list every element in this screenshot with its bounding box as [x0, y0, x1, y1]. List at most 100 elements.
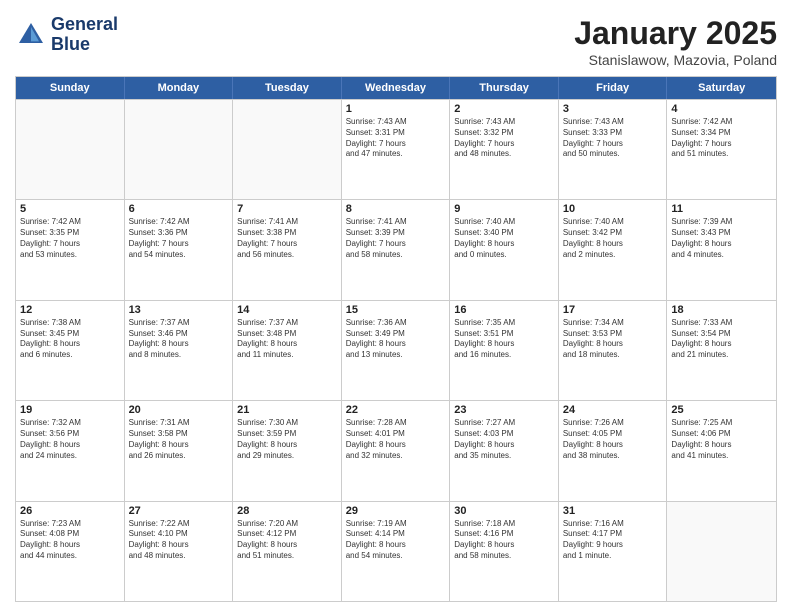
day-cell-12: 12 Sunrise: 7:38 AM Sunset: 3:45 PM Dayli… [16, 301, 125, 400]
day-content: Sunrise: 7:43 AM Sunset: 3:31 PM Dayligh… [346, 117, 446, 160]
logo: General Blue [15, 15, 118, 55]
day-number: 23 [454, 404, 554, 416]
day-number: 20 [129, 404, 229, 416]
page: General Blue January 2025 Stanislawow, M… [0, 0, 792, 612]
day-number: 30 [454, 505, 554, 517]
header: General Blue January 2025 Stanislawow, M… [15, 15, 777, 68]
empty-cell [125, 100, 234, 199]
day-cell-1: 1 Sunrise: 7:43 AM Sunset: 3:31 PM Daylig… [342, 100, 451, 199]
empty-cell [16, 100, 125, 199]
day-content: Sunrise: 7:28 AM Sunset: 4:01 PM Dayligh… [346, 418, 446, 461]
day-content: Sunrise: 7:38 AM Sunset: 3:45 PM Dayligh… [20, 318, 120, 361]
day-content: Sunrise: 7:30 AM Sunset: 3:59 PM Dayligh… [237, 418, 337, 461]
day-number: 7 [237, 203, 337, 215]
day-content: Sunrise: 7:20 AM Sunset: 4:12 PM Dayligh… [237, 519, 337, 562]
day-header-wednesday: Wednesday [342, 77, 451, 99]
day-cell-27: 27 Sunrise: 7:22 AM Sunset: 4:10 PM Dayli… [125, 502, 234, 601]
week-row-3: 12 Sunrise: 7:38 AM Sunset: 3:45 PM Dayli… [16, 300, 776, 400]
day-content: Sunrise: 7:23 AM Sunset: 4:08 PM Dayligh… [20, 519, 120, 562]
day-content: Sunrise: 7:19 AM Sunset: 4:14 PM Dayligh… [346, 519, 446, 562]
title-block: January 2025 Stanislawow, Mazovia, Polan… [574, 15, 777, 68]
day-number: 27 [129, 505, 229, 517]
day-content: Sunrise: 7:16 AM Sunset: 4:17 PM Dayligh… [563, 519, 663, 562]
logo-line1: General [51, 15, 118, 35]
day-content: Sunrise: 7:42 AM Sunset: 3:35 PM Dayligh… [20, 217, 120, 260]
day-content: Sunrise: 7:18 AM Sunset: 4:16 PM Dayligh… [454, 519, 554, 562]
calendar-header: SundayMondayTuesdayWednesdayThursdayFrid… [16, 77, 776, 99]
day-cell-26: 26Sunrise: 7:23 AM Sunset: 4:08 PM Dayli… [16, 502, 125, 601]
day-cell-13: 13Sunrise: 7:37 AM Sunset: 3:46 PM Dayli… [125, 301, 234, 400]
day-number: 8 [346, 203, 446, 215]
empty-cell [667, 502, 776, 601]
day-cell-28: 28 Sunrise: 7:20 AM Sunset: 4:12 PM Dayli… [233, 502, 342, 601]
day-cell-9: 9Sunrise: 7:40 AM Sunset: 3:40 PM Daylig… [450, 200, 559, 299]
day-content: Sunrise: 7:25 AM Sunset: 4:06 PM Dayligh… [671, 418, 772, 461]
logo-icon [15, 19, 47, 51]
day-number: 12 [20, 304, 120, 316]
day-cell-14: 14 Sunrise: 7:37 AM Sunset: 3:48 PM Dayli… [233, 301, 342, 400]
day-cell-16: 16Sunrise: 7:35 AM Sunset: 3:51 PM Dayli… [450, 301, 559, 400]
day-cell-23: 23Sunrise: 7:27 AM Sunset: 4:03 PM Dayli… [450, 401, 559, 500]
day-content: Sunrise: 7:33 AM Sunset: 3:54 PM Dayligh… [671, 318, 772, 361]
day-content: Sunrise: 7:36 AM Sunset: 3:49 PM Dayligh… [346, 318, 446, 361]
day-number: 16 [454, 304, 554, 316]
day-cell-25: 25Sunrise: 7:25 AM Sunset: 4:06 PM Dayli… [667, 401, 776, 500]
day-content: Sunrise: 7:26 AM Sunset: 4:05 PM Dayligh… [563, 418, 663, 461]
day-number: 1 [346, 103, 446, 115]
day-content: Sunrise: 7:41 AM Sunset: 3:38 PM Dayligh… [237, 217, 337, 260]
day-number: 3 [563, 103, 663, 115]
day-number: 21 [237, 404, 337, 416]
day-number: 28 [237, 505, 337, 517]
day-cell-15: 15Sunrise: 7:36 AM Sunset: 3:49 PM Dayli… [342, 301, 451, 400]
day-number: 14 [237, 304, 337, 316]
day-content: Sunrise: 7:42 AM Sunset: 3:34 PM Dayligh… [671, 117, 772, 160]
logo-line2: Blue [51, 35, 118, 55]
day-cell-7: 7 Sunrise: 7:41 AM Sunset: 3:38 PM Daylig… [233, 200, 342, 299]
day-content: Sunrise: 7:31 AM Sunset: 3:58 PM Dayligh… [129, 418, 229, 461]
calendar: SundayMondayTuesdayWednesdayThursdayFrid… [15, 76, 777, 602]
day-content: Sunrise: 7:22 AM Sunset: 4:10 PM Dayligh… [129, 519, 229, 562]
calendar-body: 1 Sunrise: 7:43 AM Sunset: 3:31 PM Daylig… [16, 99, 776, 601]
empty-cell [233, 100, 342, 199]
day-cell-31: 31 Sunrise: 7:16 AM Sunset: 4:17 PM Dayli… [559, 502, 668, 601]
day-content: Sunrise: 7:34 AM Sunset: 3:53 PM Dayligh… [563, 318, 663, 361]
day-cell-8: 8 Sunrise: 7:41 AM Sunset: 3:39 PM Daylig… [342, 200, 451, 299]
day-number: 4 [671, 103, 772, 115]
day-content: Sunrise: 7:37 AM Sunset: 3:48 PM Dayligh… [237, 318, 337, 361]
day-content: Sunrise: 7:41 AM Sunset: 3:39 PM Dayligh… [346, 217, 446, 260]
day-cell-2: 2 Sunrise: 7:43 AM Sunset: 3:32 PM Daylig… [450, 100, 559, 199]
day-cell-10: 10Sunrise: 7:40 AM Sunset: 3:42 PM Dayli… [559, 200, 668, 299]
day-number: 10 [563, 203, 663, 215]
day-cell-5: 5 Sunrise: 7:42 AM Sunset: 3:35 PM Daylig… [16, 200, 125, 299]
day-cell-11: 11Sunrise: 7:39 AM Sunset: 3:43 PM Dayli… [667, 200, 776, 299]
day-number: 24 [563, 404, 663, 416]
week-row-4: 19Sunrise: 7:32 AM Sunset: 3:56 PM Dayli… [16, 400, 776, 500]
day-cell-19: 19Sunrise: 7:32 AM Sunset: 3:56 PM Dayli… [16, 401, 125, 500]
day-number: 5 [20, 203, 120, 215]
day-cell-30: 30 Sunrise: 7:18 AM Sunset: 4:16 PM Dayli… [450, 502, 559, 601]
day-cell-20: 20 Sunrise: 7:31 AM Sunset: 3:58 PM Dayli… [125, 401, 234, 500]
day-number: 9 [454, 203, 554, 215]
day-cell-29: 29 Sunrise: 7:19 AM Sunset: 4:14 PM Dayli… [342, 502, 451, 601]
location-title: Stanislawow, Mazovia, Poland [574, 52, 777, 68]
day-number: 29 [346, 505, 446, 517]
day-header-saturday: Saturday [667, 77, 776, 99]
day-number: 2 [454, 103, 554, 115]
day-cell-18: 18Sunrise: 7:33 AM Sunset: 3:54 PM Dayli… [667, 301, 776, 400]
day-number: 31 [563, 505, 663, 517]
day-header-friday: Friday [559, 77, 668, 99]
day-header-thursday: Thursday [450, 77, 559, 99]
week-row-2: 5 Sunrise: 7:42 AM Sunset: 3:35 PM Daylig… [16, 199, 776, 299]
day-cell-4: 4 Sunrise: 7:42 AM Sunset: 3:34 PM Daylig… [667, 100, 776, 199]
day-number: 22 [346, 404, 446, 416]
day-content: Sunrise: 7:43 AM Sunset: 3:32 PM Dayligh… [454, 117, 554, 160]
day-content: Sunrise: 7:37 AM Sunset: 3:46 PM Dayligh… [129, 318, 229, 361]
month-title: January 2025 [574, 15, 777, 52]
week-row-1: 1 Sunrise: 7:43 AM Sunset: 3:31 PM Daylig… [16, 99, 776, 199]
day-header-monday: Monday [125, 77, 234, 99]
logo-text: General Blue [51, 15, 118, 55]
day-content: Sunrise: 7:42 AM Sunset: 3:36 PM Dayligh… [129, 217, 229, 260]
day-number: 17 [563, 304, 663, 316]
day-cell-17: 17 Sunrise: 7:34 AM Sunset: 3:53 PM Dayli… [559, 301, 668, 400]
day-number: 6 [129, 203, 229, 215]
